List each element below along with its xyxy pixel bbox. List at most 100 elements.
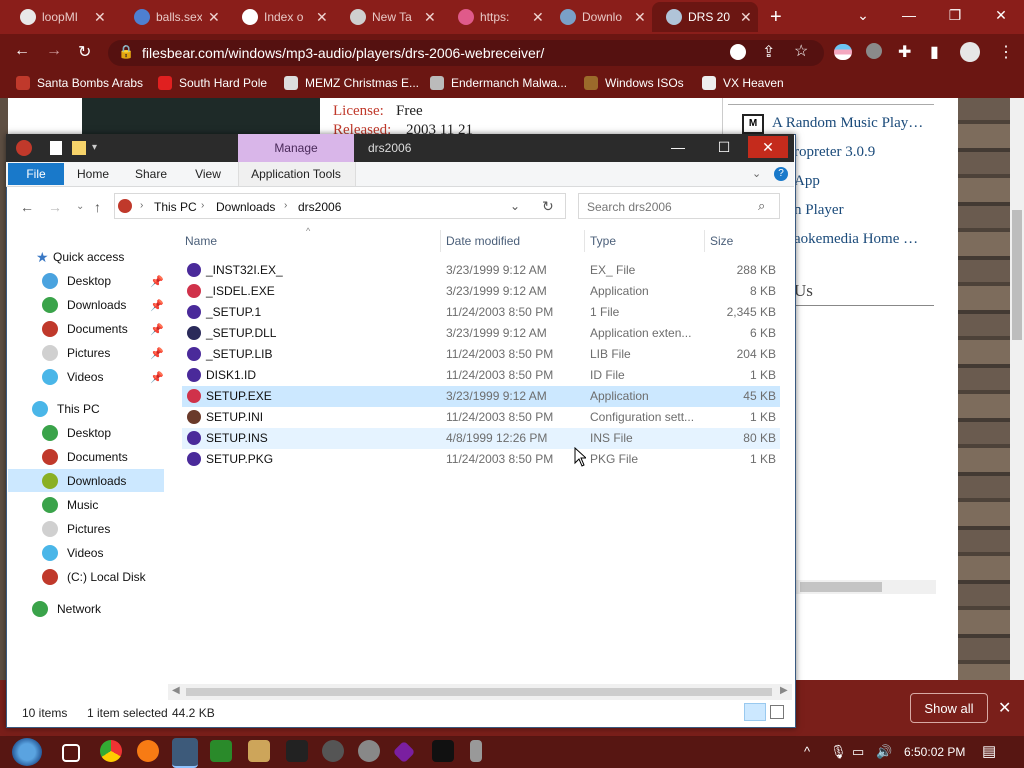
pin-icon[interactable]: 📌 bbox=[150, 275, 164, 288]
new-folder-icon[interactable] bbox=[72, 141, 86, 155]
file-row[interactable]: _SETUP.DLL 3/23/1999 9:12 AM Application e… bbox=[182, 323, 780, 344]
google-icon[interactable] bbox=[730, 44, 746, 60]
extensions-puzzle-icon[interactable]: ✚ bbox=[898, 42, 911, 62]
nav-qa-desktop[interactable]: Desktop bbox=[42, 270, 111, 292]
browser-tab[interactable]: balls.sex ✕ bbox=[120, 2, 224, 32]
browser-tab[interactable]: https: ✕ bbox=[444, 2, 548, 32]
column-header-name[interactable]: Name bbox=[185, 234, 217, 248]
url-text[interactable]: filesbear.com/windows/mp3-audio/players/… bbox=[142, 45, 544, 61]
chrome-taskbar-icon[interactable] bbox=[100, 740, 122, 762]
refresh-icon[interactable]: ↻ bbox=[542, 198, 554, 215]
nav-qa-downloads[interactable]: Downloads bbox=[42, 294, 126, 316]
tab-home[interactable]: Home bbox=[70, 163, 116, 185]
sidebar-link-karaokemedia[interactable]: aokemedia Home … bbox=[794, 231, 918, 248]
up-nav-icon[interactable]: ↑ bbox=[94, 199, 101, 215]
nav-pc-desktop[interactable]: Desktop bbox=[42, 422, 111, 444]
browser-tab[interactable]: loopMI ✕ bbox=[6, 2, 110, 32]
nav-pc-local-disk[interactable]: (C:) Local Disk bbox=[42, 566, 146, 588]
breadcrumb-drs2006[interactable]: drs2006 bbox=[298, 200, 341, 214]
file-row-hovered[interactable]: SETUP.INS 4/8/1999 12:26 PM INS File 80 KB bbox=[182, 428, 780, 449]
close-browser-button[interactable]: ✕ bbox=[978, 0, 1024, 30]
browser-tab[interactable]: Downlo ✕ bbox=[546, 2, 650, 32]
nav-qa-documents[interactable]: Documents bbox=[42, 318, 128, 340]
forward-nav-icon[interactable]: → bbox=[48, 199, 62, 215]
app2-taskbar-icon[interactable] bbox=[322, 740, 344, 762]
browser-tab[interactable]: DRS 20 ✕ bbox=[652, 2, 758, 32]
nav-pc-music[interactable]: Music bbox=[42, 494, 98, 516]
notifications-icon[interactable]: ▤ bbox=[982, 742, 996, 760]
file-row[interactable]: _SETUP.LIB 11/24/2003 8:50 PM LIB File 204 … bbox=[182, 344, 780, 365]
scroll-left-icon[interactable]: ◀ bbox=[172, 685, 180, 696]
file-row[interactable]: SETUP.PKG 11/24/2003 8:50 PM PKG File 1 KB bbox=[182, 449, 780, 470]
side-panel-icon[interactable]: ▮ bbox=[930, 42, 939, 62]
7zip-taskbar-icon[interactable] bbox=[286, 740, 308, 762]
file-row-selected[interactable]: SETUP.EXE 3/23/1999 9:12 AM Application 45 … bbox=[182, 386, 780, 407]
tray-chevron-icon[interactable]: ^ bbox=[804, 744, 810, 759]
profile-avatar[interactable] bbox=[960, 42, 980, 62]
nav-pc-videos[interactable]: Videos bbox=[42, 542, 103, 564]
pin-icon[interactable]: 📌 bbox=[150, 371, 164, 384]
tab-view[interactable]: View bbox=[186, 163, 230, 185]
nav-this-pc[interactable]: This PC bbox=[32, 398, 100, 420]
pin-icon[interactable]: 📌 bbox=[150, 347, 164, 360]
notepad-taskbar-icon[interactable] bbox=[248, 740, 270, 762]
close-tab-icon[interactable]: ✕ bbox=[532, 9, 544, 26]
reload-icon[interactable]: ↻ bbox=[78, 42, 91, 62]
column-divider[interactable] bbox=[704, 230, 705, 252]
cmd-taskbar-icon[interactable] bbox=[432, 740, 454, 762]
nav-pc-pictures[interactable]: Pictures bbox=[42, 518, 110, 540]
address-dropdown-icon[interactable]: ⌄ bbox=[510, 199, 520, 213]
close-tab-icon[interactable]: ✕ bbox=[740, 9, 752, 26]
nav-quick-access[interactable]: Quick access bbox=[53, 246, 124, 268]
column-divider[interactable] bbox=[584, 230, 585, 252]
page-h-scroll-thumb[interactable] bbox=[800, 582, 882, 592]
bookmark-star-icon[interactable]: ☆ bbox=[794, 41, 808, 61]
sidebar-link-app[interactable]: App bbox=[794, 173, 820, 190]
new-tab-button[interactable]: + bbox=[770, 6, 782, 29]
column-header-type[interactable]: Type bbox=[590, 234, 616, 248]
bookmark-endermanch[interactable]: Endermanch Malwa... bbox=[430, 76, 567, 90]
nav-qa-pictures[interactable]: Pictures bbox=[42, 342, 110, 364]
nav-pc-documents[interactable]: Documents bbox=[42, 446, 128, 468]
close-button[interactable]: ✕ bbox=[748, 136, 788, 158]
page-scroll-thumb[interactable] bbox=[1012, 210, 1022, 340]
pin-icon[interactable]: 📌 bbox=[150, 299, 164, 312]
close-tab-icon[interactable]: ✕ bbox=[424, 9, 436, 26]
nav-pc-downloads[interactable]: Downloads bbox=[42, 470, 126, 492]
close-tab-icon[interactable]: ✕ bbox=[634, 9, 646, 26]
close-tab-icon[interactable]: ✕ bbox=[316, 9, 328, 26]
back-nav-icon[interactable]: ← bbox=[20, 199, 34, 215]
breadcrumb-downloads[interactable]: Downloads bbox=[216, 200, 275, 214]
tab-file[interactable]: File bbox=[8, 163, 64, 185]
file-row[interactable]: DISK1.ID 11/24/2003 8:50 PM ID File 1 KB bbox=[182, 365, 780, 386]
sidebar-link-player[interactable]: n Player bbox=[794, 202, 844, 219]
firefox-taskbar-icon[interactable] bbox=[137, 740, 159, 762]
search-icon[interactable]: ⌕ bbox=[758, 198, 765, 214]
sidebar-link-interpreter[interactable]: ropreter 3.0.9 bbox=[794, 144, 875, 161]
browser-tab[interactable]: New Ta ✕ bbox=[336, 2, 440, 32]
tab-search-icon[interactable]: ⌄ bbox=[840, 0, 886, 30]
tab-application-tools[interactable]: Application Tools bbox=[238, 163, 354, 185]
maximize-browser-button[interactable]: ❐ bbox=[932, 0, 978, 30]
close-tab-icon[interactable]: ✕ bbox=[94, 9, 106, 26]
volume-icon[interactable]: 🔊 bbox=[876, 744, 892, 760]
ribbon-expand-icon[interactable]: ⌄ bbox=[752, 167, 761, 180]
forward-icon[interactable]: → bbox=[46, 42, 62, 60]
file-row[interactable]: _SETUP.1 11/24/2003 8:50 PM 1 File 2,345 KB bbox=[182, 302, 780, 323]
pin-icon[interactable]: 📌 bbox=[150, 323, 164, 336]
help-icon[interactable]: ? bbox=[774, 167, 788, 181]
file-row[interactable]: _ISDEL.EXE 3/23/1999 9:12 AM Application 8 … bbox=[182, 281, 780, 302]
bookmark-windows-isos[interactable]: Windows ISOs bbox=[584, 76, 684, 90]
sidebar-link-random-music[interactable]: A Random Music Play… bbox=[772, 115, 923, 132]
close-shelf-button[interactable]: ✕ bbox=[998, 698, 1011, 718]
large-icons-view-button[interactable] bbox=[770, 705, 784, 719]
network-tray-icon[interactable]: ▭ bbox=[852, 744, 864, 760]
file-row[interactable]: _INST32I.EX_ 3/23/1999 9:12 AM EX_ File 288… bbox=[182, 260, 780, 281]
media-taskbar-icon[interactable] bbox=[470, 740, 482, 762]
bookmark-memz[interactable]: MEMZ Christmas E... bbox=[284, 76, 419, 90]
back-icon[interactable]: ← bbox=[14, 42, 30, 60]
breadcrumb-this-pc[interactable]: This PC bbox=[154, 200, 197, 214]
bookmark-santa-bombs[interactable]: Santa Bombs Arabs bbox=[16, 76, 143, 90]
app3-taskbar-icon[interactable] bbox=[358, 740, 380, 762]
lock-icon[interactable]: 🔒 bbox=[118, 44, 134, 60]
